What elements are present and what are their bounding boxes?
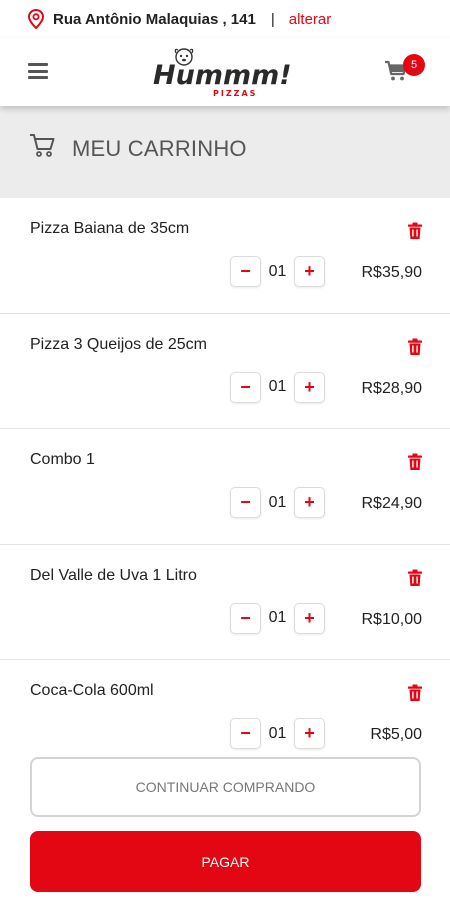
decrease-quantity-button[interactable]: − (230, 718, 261, 749)
quantity-value: 01 (268, 609, 287, 626)
address-bar: Rua Antônio Malaquias , 141 | alterar (0, 0, 450, 38)
cart-item-name: Coca-Cola 600ml (30, 682, 154, 699)
quantity-stepper: − 01 + (230, 602, 325, 634)
increase-quantity-button[interactable]: + (294, 718, 325, 749)
decrease-quantity-button[interactable]: − (230, 371, 261, 403)
brand-logo[interactable]: Hummm! PIZZAS (152, 44, 298, 100)
cart-item: Combo 1 − 01 + R$24,90 (0, 429, 450, 545)
trash-icon[interactable] (407, 338, 423, 356)
cart-item-price: R$24,90 (361, 495, 423, 512)
cart-item: Pizza 3 Queijos de 25cm − 01 + R$28,90 (0, 313, 450, 429)
quantity-value: 01 (268, 493, 287, 511)
cart-item-name: Pizza 3 Queijos de 25cm (30, 335, 207, 353)
delivery-address: Rua Antônio Malaquias , 141 (53, 10, 256, 28)
shopping-cart-icon (28, 132, 56, 158)
cart-item-price: R$35,90 (361, 264, 423, 281)
cart-item-list: Pizza Baiana de 35cm − 01 + R$35,90 Pizz… (0, 198, 450, 776)
trash-icon[interactable] (407, 222, 423, 240)
trash-icon[interactable] (407, 569, 423, 587)
cart-item-name: Pizza Baiana de 35cm (30, 220, 190, 237)
location-pin-icon (26, 8, 46, 30)
cart-item-name: Del Valle de Uva 1 Litro (30, 566, 197, 584)
quantity-stepper: − 01 + (230, 371, 325, 403)
quantity-stepper: − 01 + (230, 256, 325, 287)
continue-shopping-button[interactable]: CONTINUAR COMPRANDO (30, 757, 421, 817)
cart-count-badge: 5 (403, 54, 425, 76)
increase-quantity-button[interactable]: + (294, 487, 325, 518)
cart-item-price: R$5,00 (370, 726, 422, 743)
cart-item-price: R$28,90 (361, 379, 423, 397)
cart-item: Pizza Baiana de 35cm − 01 + R$35,90 (0, 198, 450, 314)
trash-icon[interactable] (407, 453, 423, 471)
trash-icon[interactable] (407, 684, 423, 702)
address-separator: | (270, 10, 275, 28)
hamburger-menu-icon[interactable] (28, 63, 48, 79)
increase-quantity-button[interactable]: + (294, 371, 325, 403)
quantity-value: 01 (268, 262, 287, 280)
cart-item-name: Combo 1 (30, 451, 95, 468)
cart-title-band: MEU CARRINHO (0, 106, 450, 198)
cart-item-price: R$10,00 (361, 610, 423, 628)
quantity-value: 01 (268, 724, 287, 742)
decrease-quantity-button[interactable]: − (230, 256, 261, 287)
quantity-value: 01 (268, 378, 287, 395)
change-address-link[interactable]: alterar (289, 11, 332, 28)
increase-quantity-button[interactable]: + (294, 602, 325, 634)
decrease-quantity-button[interactable]: − (230, 487, 261, 518)
increase-quantity-button[interactable]: + (294, 256, 325, 287)
pay-button[interactable]: PAGAR (30, 831, 421, 892)
quantity-stepper: − 01 + (230, 487, 325, 518)
app-header: Hummm! PIZZAS 5 (0, 38, 450, 106)
logo-subtext: PIZZAS (213, 89, 257, 98)
cart-item: Del Valle de Uva 1 Litro − 01 + R$10,00 (0, 544, 450, 660)
decrease-quantity-button[interactable]: − (230, 602, 261, 634)
page-title: MEU CARRINHO (72, 136, 247, 161)
logo-wordmark: Hummm! (153, 60, 292, 91)
quantity-stepper: − 01 + (230, 718, 325, 749)
